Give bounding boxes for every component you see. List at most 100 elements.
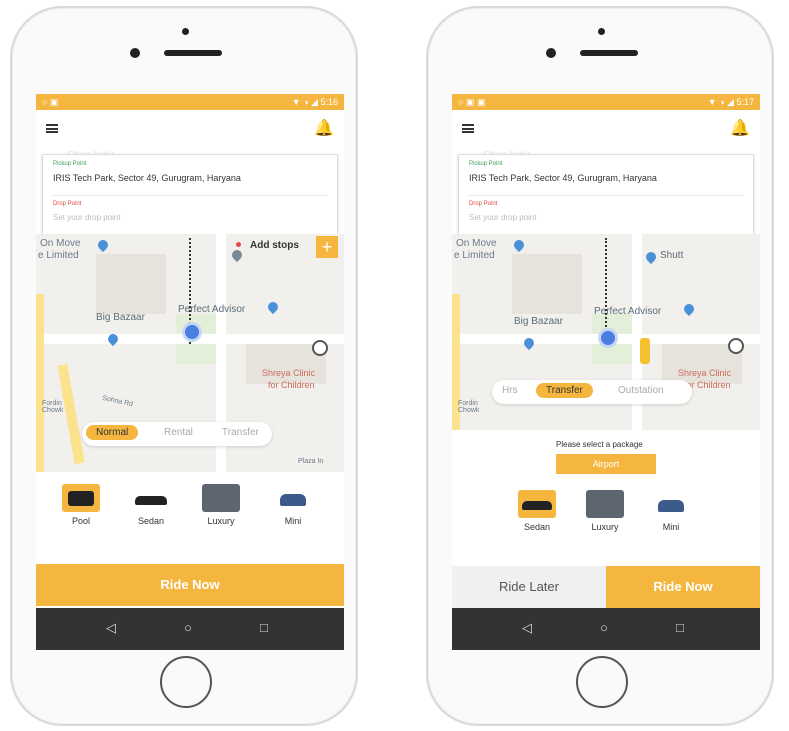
tab-normal[interactable]: Normal [86,425,139,440]
home-icon[interactable]: ○ [600,620,608,635]
car-option-sedan[interactable]: Sedan [132,484,170,526]
place-pin-icon [511,237,527,253]
car-label: Mini [284,516,302,526]
map-block [96,254,166,314]
suv-icon [62,484,100,512]
drop-pin-icon [229,247,245,263]
map-label: Fordin Chowk [458,400,480,414]
map-label: Plaza In [298,458,324,465]
taxi-icon [640,338,650,364]
add-stop-button[interactable]: + [316,236,338,258]
car-option-luxury[interactable]: Luxury [586,490,624,532]
car-option-mini[interactable]: Mini [274,484,312,526]
app-screen: ○ ▣ ▣ ▼ ◑ ◢ 5:17 Cibera Nebia 🔔 Pickup P… [452,94,760,650]
status-left: ○ ▣ [42,97,59,107]
location-card: Pickup Point IRIS Tech Park, Sector 49, … [42,154,338,236]
route-line [605,238,607,334]
phone-right: ○ ▣ ▣ ▼ ◑ ◢ 5:17 Cibera Nebia 🔔 Pickup P… [426,6,774,726]
car-label: Luxury [591,522,619,532]
tab-transfer[interactable]: Transfer [222,427,259,438]
map-label: e Limited [454,250,495,261]
home-button[interactable] [576,656,628,708]
car-label: Sedan [137,516,165,526]
pickup-input[interactable]: IRIS Tech Park, Sector 49, Gurugram, Har… [53,173,241,183]
android-nav-bar: ◁ ○ □ [36,608,344,650]
location-card: Pickup Point IRIS Tech Park, Sector 49, … [458,154,754,236]
airport-package-button[interactable]: Airport [556,454,656,474]
map-label: Shreya Clinic [262,368,316,378]
car-option-sedan[interactable]: Sedan [518,490,556,532]
map-label: On Move [456,238,497,249]
home-icon[interactable]: ○ [184,620,192,635]
pickup-label: Pickup Point [53,161,87,167]
tab-transfer[interactable]: Transfer [536,383,593,398]
add-stops-label[interactable]: Add stops [250,240,299,251]
map-label: Fordin Chowk [42,400,64,414]
earpiece-speaker [164,50,222,56]
tab-hrs[interactable]: Hrs [502,385,518,396]
car-option-luxury[interactable]: Luxury [202,484,240,526]
sensor [546,48,556,58]
ride-later-button[interactable]: Ride Later [452,566,606,608]
menu-icon[interactable] [462,124,474,133]
recenter-icon[interactable] [312,340,328,356]
car-options: Sedan Luxury Mini [452,484,760,554]
luxury-car-icon [202,484,240,512]
ride-now-button[interactable]: Ride Now [36,564,344,606]
drop-input[interactable]: Set your drop point [53,213,121,222]
sedan-icon [518,490,556,518]
tab-outstation[interactable]: Outstation [618,385,664,396]
place-pin-icon [643,249,659,265]
divider [53,195,327,196]
map-label: e Limited [38,250,79,261]
car-options: Pool Sedan Luxury Mini [36,476,344,546]
place-pin-icon [265,299,281,315]
car-option-pool[interactable]: Pool [62,484,100,526]
car-label: Mini [662,522,680,532]
current-location-icon [182,322,202,342]
bell-icon[interactable]: 🔔 [730,118,750,138]
map-label: for Children [268,380,315,390]
status-bar: ○ ▣ ▼ ◑ ◢ 5:16 [36,94,344,110]
car-option-mini[interactable]: Mini [652,490,690,532]
car-label: Luxury [207,516,235,526]
map-highway [57,363,85,465]
stop-dot-icon [236,242,241,247]
front-camera [598,28,605,35]
ride-type-tabs: Hrs Transfer Outstation [492,380,692,404]
top-bar: Cibera Nebia 🔔 [36,110,344,159]
earpiece-speaker [580,50,638,56]
ride-actions: Ride Now [36,564,344,606]
map-block [512,254,582,314]
back-icon[interactable]: ◁ [106,620,116,636]
recenter-icon[interactable] [728,338,744,354]
ride-now-button[interactable]: Ride Now [606,566,760,608]
recent-apps-icon[interactable]: □ [260,620,268,635]
status-bar: ○ ▣ ▣ ▼ ◑ ◢ 5:17 [452,94,760,110]
ride-type-tabs: Normal Rental Transfer [82,422,272,446]
app-screen: ○ ▣ ▼ ◑ ◢ 5:16 Cibera Nebia 🔔 Pickup Poi… [36,94,344,650]
map-label: Big Bazaar [96,312,145,323]
divider [469,195,743,196]
map-view[interactable]: On Move e Limited Big Bazaar Perfect Adv… [36,234,344,472]
recent-apps-icon[interactable]: □ [676,620,684,635]
drop-input[interactable]: Set your drop point [469,213,537,222]
home-button[interactable] [160,656,212,708]
car-label: Sedan [523,522,551,532]
current-location-icon [598,328,618,348]
pickup-label: Pickup Point [469,161,503,167]
menu-icon[interactable] [46,124,58,133]
map-view[interactable]: On Move e Limited Shutt Big Bazaar Perfe… [452,234,760,430]
drop-label: Drop Point [469,201,498,207]
android-nav-bar: ◁ ○ □ [452,608,760,650]
map-label: Sohna Rd [101,394,134,409]
bell-icon[interactable]: 🔔 [314,118,334,138]
phone-left: ○ ▣ ▼ ◑ ◢ 5:16 Cibera Nebia 🔔 Pickup Poi… [10,6,358,726]
sensor [130,48,140,58]
map-label: Shutt [660,250,684,261]
tab-rental[interactable]: Rental [164,427,193,438]
car-label: Pool [71,516,90,526]
back-icon[interactable]: ◁ [522,620,532,636]
pickup-input[interactable]: IRIS Tech Park, Sector 49, Gurugram, Har… [469,173,657,183]
mini-car-icon [652,490,690,518]
